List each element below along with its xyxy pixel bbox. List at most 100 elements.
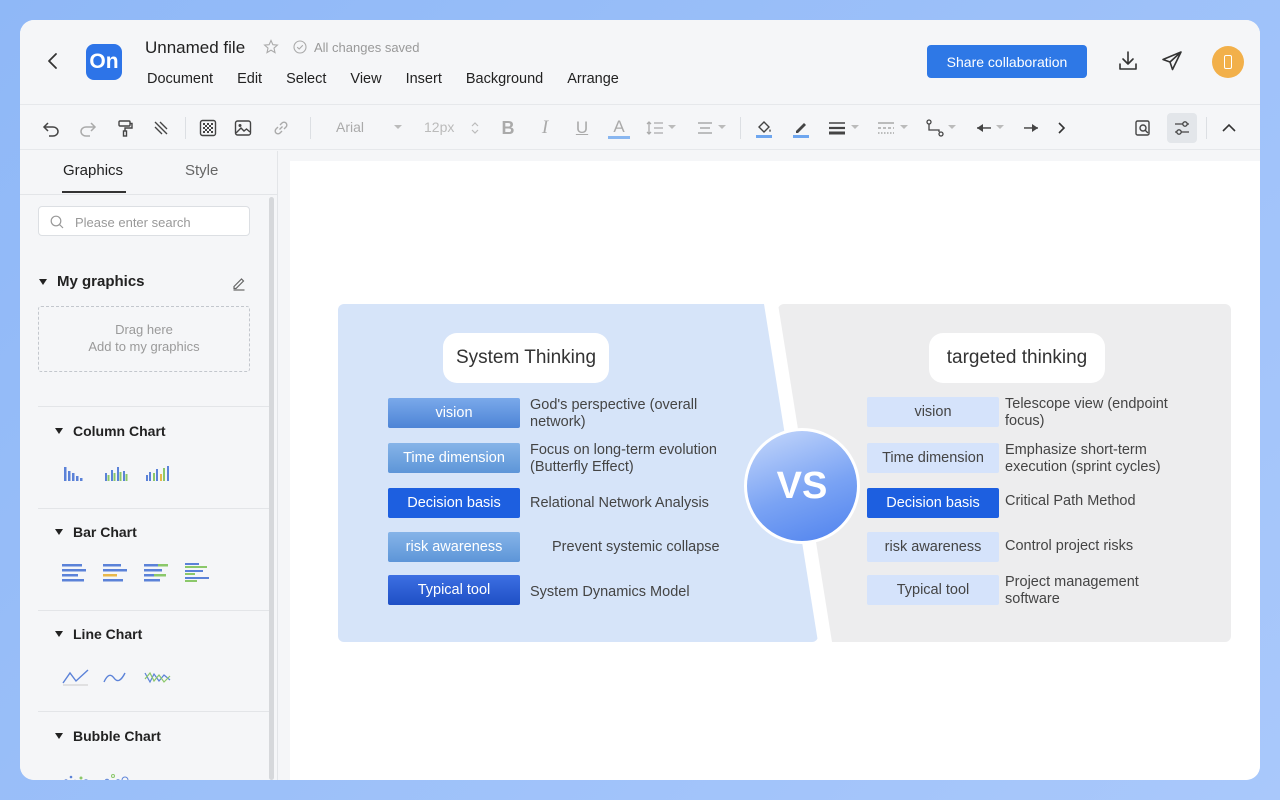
right-label-vision[interactable]: vision — [867, 397, 999, 427]
bubble-chart-header[interactable]: Bubble Chart — [55, 728, 161, 744]
font-color-button[interactable]: A — [608, 117, 630, 139]
bar-chart-header[interactable]: Bar Chart — [55, 524, 137, 540]
right-label-time-dimension[interactable]: Time dimension — [867, 443, 999, 473]
bubble-chart-thumb-icon[interactable] — [62, 768, 90, 780]
clear-format-icon[interactable] — [150, 117, 172, 139]
targeted-thinking-title[interactable]: targeted thinking — [929, 333, 1105, 383]
tab-graphics[interactable]: Graphics — [63, 162, 123, 179]
menu-background[interactable]: Background — [466, 71, 543, 87]
pencil-icon[interactable] — [231, 275, 247, 291]
bar-chart-thumb-icon[interactable] — [62, 562, 90, 586]
section-divider — [38, 508, 270, 509]
right-label-typical-tool[interactable]: Typical tool — [867, 575, 999, 605]
line-color-icon[interactable] — [790, 117, 812, 139]
undo-icon[interactable] — [40, 117, 62, 139]
star-icon[interactable] — [263, 39, 279, 55]
fill-color-icon[interactable] — [753, 117, 775, 139]
more-tools-chevron-icon[interactable] — [1050, 117, 1072, 139]
search-input[interactable] — [75, 212, 245, 232]
redo-icon[interactable] — [77, 117, 99, 139]
user-avatar[interactable] — [1212, 46, 1244, 78]
bubble-chart-variant-thumb-icon[interactable] — [103, 768, 131, 780]
line-chart-header[interactable]: Line Chart — [55, 626, 142, 642]
right-label-risk-awareness[interactable]: risk awareness — [867, 532, 999, 562]
left-label-vision[interactable]: vision — [388, 398, 520, 428]
share-collaboration-button[interactable]: Share collaboration — [927, 45, 1087, 78]
smooth-line-chart-thumb-icon[interactable] — [103, 667, 131, 687]
left-label-time-dimension[interactable]: Time dimension — [388, 443, 520, 473]
left-label-risk-awareness[interactable]: risk awareness — [388, 532, 520, 562]
column-chart-header[interactable]: Column Chart — [55, 423, 166, 439]
pattern-fill-icon[interactable] — [197, 117, 219, 139]
send-icon[interactable] — [1160, 49, 1184, 73]
link-icon[interactable] — [270, 117, 292, 139]
grouped-bar-chart-thumb-icon[interactable] — [103, 562, 131, 586]
active-tab-indicator — [62, 191, 126, 193]
image-icon[interactable] — [232, 117, 254, 139]
right-desc-vision[interactable]: Telescope view (endpoint focus) — [1005, 396, 1205, 430]
left-desc-time-dimension[interactable]: Focus on long-term evolution (Butterfly … — [530, 442, 745, 476]
tab-style[interactable]: Style — [185, 162, 218, 179]
arrow-end-icon[interactable] — [1020, 117, 1042, 139]
diagram-canvas[interactable]: System Thinking targeted thinking vision… — [290, 161, 1260, 780]
menu-view[interactable]: View — [350, 71, 381, 87]
arrow-start-icon[interactable] — [973, 117, 995, 139]
left-desc-typical-tool[interactable]: System Dynamics Model — [530, 584, 730, 601]
left-desc-decision-basis[interactable]: Relational Network Analysis — [530, 495, 750, 512]
app-logo[interactable]: On — [86, 44, 122, 80]
right-desc-risk-awareness[interactable]: Control project risks — [1005, 538, 1205, 555]
right-label-decision-basis[interactable]: Decision basis — [867, 488, 999, 518]
file-title[interactable]: Unnamed file — [145, 38, 245, 58]
left-label-decision-basis[interactable]: Decision basis — [388, 488, 520, 518]
menu-edit[interactable]: Edit — [237, 71, 262, 87]
grouped-column-chart-thumb-icon[interactable] — [103, 463, 131, 483]
italic-button[interactable]: I — [534, 117, 556, 139]
font-size-stepper-icon[interactable] — [471, 120, 479, 136]
line-spacing-icon[interactable] — [644, 117, 666, 139]
right-desc-time-dimension[interactable]: Emphasize short-term execution (sprint c… — [1005, 442, 1205, 476]
line-style-icon[interactable] — [875, 117, 897, 139]
sidebar-scrollbar[interactable] — [269, 197, 274, 780]
left-label-typical-tool[interactable]: Typical tool — [388, 575, 520, 605]
collapse-toolbar-chevron-icon[interactable] — [1218, 117, 1240, 139]
vs-badge[interactable]: VS — [744, 428, 860, 544]
app-window: On Unnamed file All changes saved Docume… — [20, 20, 1260, 780]
clustered-bar-chart-thumb-icon[interactable] — [185, 562, 213, 586]
menu-select[interactable]: Select — [286, 71, 326, 87]
underline-button[interactable]: U — [571, 117, 593, 139]
menu-document[interactable]: Document — [147, 71, 213, 87]
save-status: All changes saved — [314, 40, 420, 55]
menu-arrange[interactable]: Arrange — [567, 71, 619, 87]
multi-line-chart-thumb-icon[interactable] — [144, 667, 172, 687]
stacked-bar-chart-thumb-icon[interactable] — [144, 562, 172, 586]
align-icon[interactable] — [694, 117, 716, 139]
font-family-select[interactable]: Arial — [336, 119, 364, 135]
right-desc-typical-tool[interactable]: Project management software — [1005, 574, 1175, 608]
column-chart-thumb-icon[interactable] — [62, 463, 90, 483]
bubble-chart-title: Bubble Chart — [73, 728, 161, 744]
sidebar-tabs: Graphics Style — [20, 151, 278, 195]
left-desc-vision[interactable]: God's perspective (overall network) — [530, 397, 730, 431]
system-thinking-title[interactable]: System Thinking — [443, 333, 609, 383]
back-arrow-icon[interactable] — [42, 50, 64, 72]
find-replace-icon[interactable] — [1132, 117, 1154, 139]
font-size-select[interactable]: 12px — [424, 119, 454, 135]
connector-icon[interactable] — [924, 117, 946, 139]
toolbar-divider — [185, 117, 186, 139]
left-desc-risk-awareness[interactable]: Prevent systemic collapse — [552, 539, 752, 556]
right-desc-decision-basis[interactable]: Critical Path Method — [1005, 493, 1205, 510]
bold-button[interactable]: B — [497, 117, 519, 139]
arrow-start-caret-icon — [996, 125, 1004, 129]
drop-hint-line2: Add to my graphics — [88, 339, 200, 354]
stacked-column-chart-thumb-icon[interactable] — [144, 463, 172, 483]
connector-caret-icon — [948, 125, 956, 129]
menu-insert[interactable]: Insert — [406, 71, 442, 87]
properties-panel-toggle-icon[interactable] — [1167, 113, 1197, 143]
my-graphics-header[interactable]: My graphics — [39, 273, 145, 290]
line-weight-icon[interactable] — [826, 117, 848, 139]
my-graphics-drop-zone[interactable]: Drag here Add to my graphics — [38, 306, 250, 372]
line-chart-thumb-icon[interactable] — [62, 667, 90, 687]
collapse-caret-icon — [55, 428, 63, 434]
format-painter-icon[interactable] — [114, 117, 136, 139]
download-icon[interactable] — [1116, 49, 1140, 73]
